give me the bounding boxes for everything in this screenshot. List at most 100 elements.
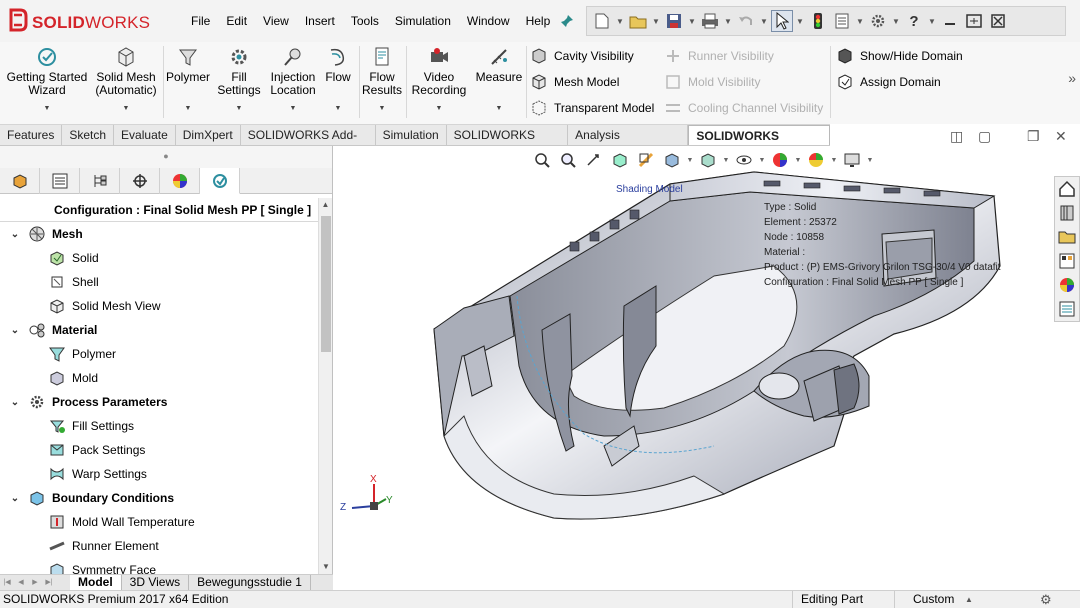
help-question-icon[interactable]: ? [903,10,925,32]
print-dropdown-icon[interactable]: ▼ [723,10,733,32]
feature-manager-tab-icon[interactable] [0,168,40,194]
units-up-icon[interactable]: ▲ [965,591,973,608]
getting-started-wizard-button[interactable]: Getting Started Wizard ▼ [6,46,88,115]
tree-item-pack-settings[interactable]: Pack Settings [0,438,318,462]
tree-item-material[interactable]: ⌄ Material [0,318,318,342]
tab-model[interactable]: Model [70,575,122,590]
tree-item-boundary-conditions[interactable]: ⌄ Boundary Conditions [0,486,318,510]
design-library-icon[interactable] [1055,201,1079,225]
restore-icon[interactable] [963,10,985,32]
minimize-icon[interactable] [939,10,961,32]
undo-icon[interactable] [735,10,757,32]
graphics-viewport[interactable]: X Y Z Shading Model Type : Solid Element… [334,146,1080,590]
scene-dropdown-icon[interactable]: ▼ [830,150,838,170]
menu-simulation[interactable]: Simulation [387,13,459,29]
previous-view-icon[interactable] [582,150,606,170]
unit-system-selector[interactable]: Custom [894,591,1034,608]
hide-show-dropdown-icon[interactable]: ▼ [758,150,766,170]
configuration-header[interactable]: Configuration : Final Solid Mesh PP [ Si… [0,198,318,222]
tile-icon[interactable]: ▢ [978,128,991,145]
tab-motion-study[interactable]: Bewegungsstudie 1 [189,575,311,590]
options-gear-icon[interactable] [867,10,889,32]
view-settings-icon[interactable] [840,150,864,170]
chevron-down-icon[interactable]: ▼ [408,102,470,115]
appearances-icon[interactable] [1055,273,1079,297]
prev-tab-icon[interactable]: ◀ [14,576,28,590]
tab-mbd[interactable]: SOLIDWORKS MBD [447,125,569,162]
settings-link-icon[interactable]: ⚙ [1040,591,1052,608]
file-properties-icon[interactable] [831,10,853,32]
chevron-down-icon[interactable]: ▼ [94,102,158,115]
chevron-down-icon[interactable]: ▼ [214,102,264,115]
tree-item-runner-element[interactable]: Runner Element [0,534,318,558]
mold-visibility-button[interactable]: Mold Visibility [664,72,760,92]
tree-item-process-parameters[interactable]: ⌄ Process Parameters [0,390,318,414]
menu-view[interactable]: View [255,13,297,29]
view-palette-icon[interactable] [1055,249,1079,273]
solidworks-logo[interactable]: SOLIDWORKS [8,6,158,40]
tree-item-solid[interactable]: Solid [0,246,318,270]
menu-window[interactable]: Window [459,13,518,29]
zoom-to-fit-icon[interactable] [530,150,554,170]
select-cursor-icon[interactable] [771,10,793,32]
chevron-down-icon[interactable]: ▼ [166,102,210,115]
chevron-down-icon[interactable]: ▼ [322,102,354,115]
panel-grip[interactable]: ● [0,146,332,168]
undo-dropdown-icon[interactable]: ▼ [759,10,769,32]
tab-3d-views[interactable]: 3D Views [122,575,190,590]
tree-item-polymer[interactable]: Polymer [0,342,318,366]
measure-button[interactable]: Measure ▼ [474,46,524,115]
tab-addins[interactable]: SOLIDWORKS Add-Ins [241,125,376,162]
edit-appearance-icon[interactable] [768,150,792,170]
first-tab-icon[interactable]: |◀ [0,576,14,590]
dynamic-annotation-icon[interactable] [634,150,658,170]
menu-tools[interactable]: Tools [343,13,387,29]
chevron-down-icon[interactable]: ▼ [266,102,320,115]
scroll-down-icon[interactable]: ▼ [319,560,333,574]
collapse-chevron-icon[interactable]: ⌄ [8,229,22,240]
tree-item-mesh[interactable]: ⌄ Mesh [0,222,318,246]
plastics-manager-tab-icon[interactable] [200,168,240,194]
assign-domain-button[interactable]: Assign Domain [836,72,941,92]
menu-help[interactable]: Help [518,13,559,29]
collapse-chevron-icon[interactable]: ⌄ [8,397,22,408]
flow-results-button[interactable]: Flow Results ▼ [362,46,402,115]
section-view-icon[interactable] [608,150,632,170]
apply-scene-icon[interactable] [804,150,828,170]
save-dropdown-icon[interactable]: ▼ [687,10,697,32]
save-icon[interactable] [663,10,685,32]
chevron-down-icon[interactable]: ▼ [362,102,402,115]
file-explorer-icon[interactable] [1055,225,1079,249]
menu-file[interactable]: File [183,13,218,29]
next-tab-icon[interactable]: ▶ [28,576,42,590]
tree-item-symmetry-face[interactable]: Symmetry Face [0,558,318,574]
tree-item-solid-mesh-view[interactable]: Solid Mesh View [0,294,318,318]
close-window-icon[interactable] [987,10,1009,32]
cavity-visibility-button[interactable]: Cavity Visibility [530,46,634,66]
options-dropdown-icon[interactable]: ▼ [891,10,901,32]
tab-sketch[interactable]: Sketch [62,125,115,145]
tree-item-fill-settings[interactable]: Fill Settings [0,414,318,438]
select-dropdown-icon[interactable]: ▼ [795,10,805,32]
new-document-icon[interactable] [591,10,613,32]
runner-visibility-button[interactable]: Runner Visibility [664,46,774,66]
chevron-down-icon[interactable]: ▼ [474,102,524,115]
tab-solidworks-plastics[interactable]: SOLIDWORKS Plastics [688,125,830,163]
menu-edit[interactable]: Edit [218,13,255,29]
flow-button[interactable]: Flow ▼ [322,46,354,115]
video-recording-button[interactable]: Video Recording ▼ [408,46,470,115]
menu-insert[interactable]: Insert [297,13,343,29]
rebuild-traffic-light-icon[interactable] [807,10,829,32]
doc-close-icon[interactable]: ✕ [1055,128,1067,145]
hide-show-items-icon[interactable] [732,150,756,170]
open-folder-icon[interactable] [627,10,649,32]
chevron-down-icon[interactable]: ▼ [6,102,88,115]
home-icon[interactable] [1055,177,1079,201]
configuration-manager-tab-icon[interactable] [80,168,120,194]
tree-item-warp-settings[interactable]: Warp Settings [0,462,318,486]
tab-features[interactable]: Features [0,125,63,145]
collapse-chevron-icon[interactable]: ⌄ [8,493,22,504]
mesh-model-button[interactable]: Mesh Model [530,72,619,92]
help-dropdown-icon[interactable]: ▼ [927,10,937,32]
new-dropdown-icon[interactable]: ▼ [615,10,625,32]
